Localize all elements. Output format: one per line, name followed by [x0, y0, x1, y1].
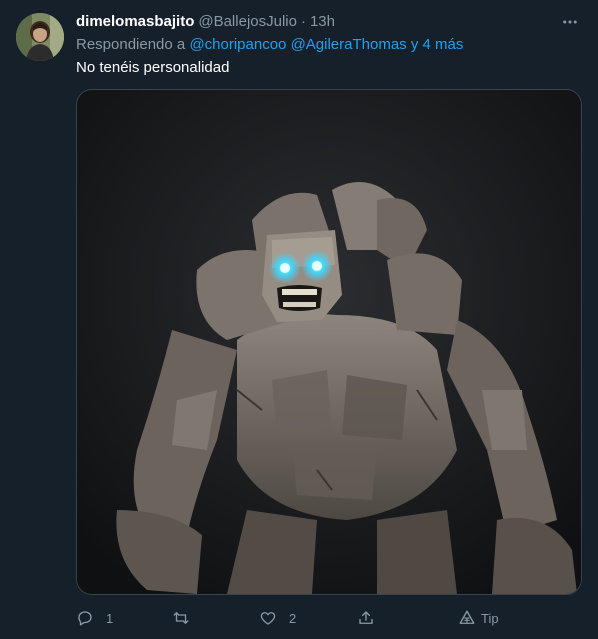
share-button[interactable]	[357, 604, 375, 632]
tweet-media-image[interactable]	[76, 89, 582, 595]
tweet-text: No tenéis personalidad	[76, 59, 230, 76]
separator-dot: ·	[300, 13, 306, 30]
share-icon	[359, 611, 373, 624]
reply-icon	[78, 611, 92, 626]
more-horizontal-icon[interactable]	[558, 12, 582, 32]
heart-icon	[260, 612, 276, 625]
user-handle[interactable]: @BallejosJulio	[198, 12, 297, 32]
retweet-button[interactable]	[172, 604, 202, 632]
reply-button[interactable]: 1	[76, 604, 113, 632]
golem-image	[77, 90, 581, 594]
tip-button[interactable]: Tip	[458, 604, 499, 632]
tweet-header: dimelomasbajito @BallejosJulio · 13h	[76, 12, 582, 32]
tweet-content: dimelomasbajito @BallejosJulio · 13h Res…	[76, 12, 582, 78]
tip-label: Tip	[481, 610, 499, 626]
avatar[interactable]	[16, 13, 64, 61]
reply-context: Respondiendo a @choripancoo @AgileraThom…	[76, 35, 582, 55]
like-count: 2	[289, 610, 297, 626]
tweet: dimelomasbajito @BallejosJulio · 13h Res…	[0, 0, 598, 639]
timestamp[interactable]: 13h	[310, 12, 335, 32]
reply-count: 1	[106, 610, 114, 626]
tweet-actions: 1 2 Tip	[76, 604, 516, 632]
like-button[interactable]: 2	[259, 604, 296, 632]
tip-icon	[459, 610, 475, 624]
reply-prefix: Respondiendo a	[76, 36, 186, 53]
others-link[interactable]: y 4 más	[411, 36, 464, 53]
mention-link[interactable]: @AgileraThomas	[291, 36, 407, 53]
display-name[interactable]: dimelomasbajito	[76, 12, 194, 32]
mention-link[interactable]: @choripancoo	[189, 36, 286, 53]
retweet-icon	[173, 612, 189, 624]
